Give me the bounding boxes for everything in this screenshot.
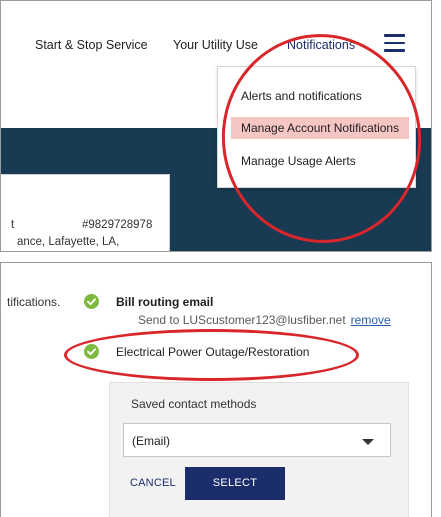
power-outage-restoration-label[interactable]: Electrical Power Outage/Restoration [116,345,309,359]
remove-link[interactable]: remove [351,313,391,327]
nav-your-utility-use[interactable]: Your Utility Use [173,38,258,52]
top-screenshot-panel: Start & Stop Service Your Utility Use No… [0,0,432,252]
bottom-screenshot-panel: tifications. Bill routing email Send to … [0,262,432,517]
account-number: #9829728978 [82,219,153,231]
send-to-label: Send to [138,313,180,327]
account-card-letter: t [11,219,15,231]
account-address: ance, Lafayette, LA, [17,236,120,248]
notifications-dropdown-menu: Alerts and notifications Manage Account … [217,66,416,188]
contact-method-select[interactable]: (Email) [123,423,391,457]
cancel-button[interactable]: CANCEL [130,477,176,489]
saved-contact-methods-box: Saved contact methods (Email) CANCEL SEL… [109,382,409,517]
menu-item-alerts-and-notifications[interactable]: Alerts and notifications [241,89,362,103]
routing-email-address: LUScustomer123@lusfiber.net [182,313,346,327]
menu-item-manage-account-notifications[interactable]: Manage Account Notifications [231,117,409,139]
nav-start-stop-service[interactable]: Start & Stop Service [35,38,148,52]
green-check-icon [84,294,99,309]
contact-method-selected-value: (Email) [132,434,170,448]
bill-routing-send-line: Send to LUScustomer123@lusfiber.net remov… [138,313,391,327]
menu-item-manage-usage-alerts[interactable]: Manage Usage Alerts [241,154,356,168]
saved-contact-methods-title: Saved contact methods [131,397,257,411]
nav-notifications[interactable]: Notifications [287,38,355,52]
hamburger-menu-icon[interactable] [384,34,405,54]
bill-routing-email-title: Bill routing email [116,295,214,309]
account-card: t #9829728978 ance, Lafayette, LA, [1,174,170,251]
chevron-down-icon [362,439,374,445]
notifications-prefix-text: tifications. [7,295,61,309]
select-button[interactable]: SELECT [185,467,285,500]
green-check-icon [84,344,99,359]
